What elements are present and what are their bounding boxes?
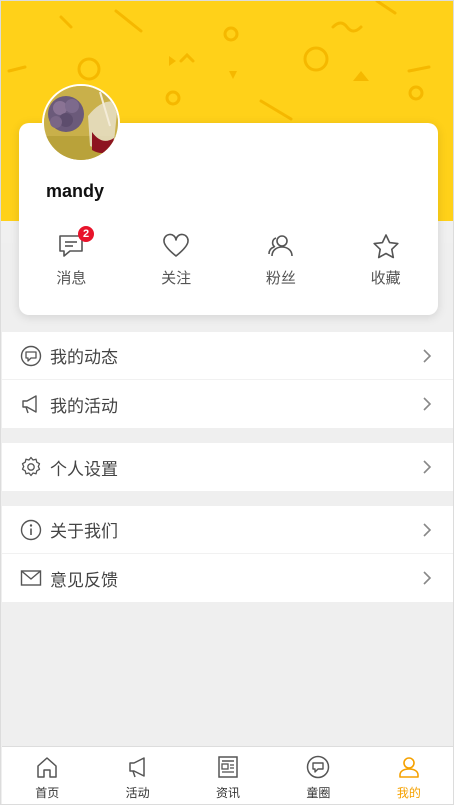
tab-label: 资讯 — [216, 786, 241, 800]
tab-label: 我的 — [396, 786, 421, 800]
menu-item-label: 关于我们 — [50, 522, 118, 541]
gear-icon — [20, 456, 42, 478]
news-icon — [215, 754, 241, 780]
menu-item-my-posts[interactable]: 我的动态 — [2, 332, 453, 380]
tab-label: 首页 — [35, 786, 60, 800]
menu-item-my-activities[interactable]: 我的活动 — [2, 380, 453, 428]
user-icon — [396, 754, 422, 780]
stat-fans[interactable]: 粉丝 — [229, 231, 334, 291]
menu-item-label: 我的动态 — [50, 348, 118, 367]
info-icon — [20, 519, 42, 541]
app-frame: mandy 2 消息 关注 粉丝 收藏 我的动态 我的活动 个人设置 关于我们 … — [0, 0, 454, 805]
chevron-right-icon — [422, 522, 432, 543]
menu-item-label: 个人设置 — [50, 459, 118, 479]
menu-group-about: 关于我们 意见反馈 — [2, 506, 453, 602]
menu-item-label: 我的活动 — [50, 396, 118, 416]
users-icon — [266, 231, 296, 261]
stat-label: 关注 — [161, 270, 192, 287]
tab-home[interactable]: 首页 — [2, 747, 92, 804]
heart-icon — [161, 231, 191, 261]
avatar[interactable] — [42, 84, 120, 162]
menu-group-settings: 个人设置 — [2, 443, 453, 491]
chevron-right-icon — [422, 348, 432, 369]
chevron-right-icon — [422, 570, 432, 591]
menu-group-activity: 我的动态 我的活动 — [2, 332, 453, 428]
chevron-right-icon — [422, 396, 432, 417]
notification-badge: 2 — [78, 226, 94, 242]
menu-item-about[interactable]: 关于我们 — [2, 506, 453, 554]
tab-circle[interactable]: 童圈 — [273, 747, 363, 804]
stat-favorites[interactable]: 收藏 — [333, 231, 438, 291]
chat-bubble-icon — [20, 345, 42, 367]
menu-item-settings[interactable]: 个人设置 — [2, 443, 453, 491]
username: mandy — [46, 181, 105, 201]
chat-bubble-icon — [305, 754, 331, 780]
megaphone-icon — [125, 754, 151, 780]
megaphone-icon — [20, 393, 42, 415]
tab-news[interactable]: 资讯 — [183, 747, 273, 804]
star-icon — [371, 231, 401, 261]
stats-row: 2 消息 关注 粉丝 收藏 — [19, 226, 438, 291]
menu-item-label: 意见反馈 — [50, 570, 118, 590]
tab-mine[interactable]: 我的 — [364, 747, 453, 804]
home-icon — [34, 754, 60, 780]
tab-label: 活动 — [125, 786, 150, 800]
chevron-right-icon — [422, 459, 432, 480]
stat-label: 消息 — [56, 270, 87, 287]
stat-following[interactable]: 关注 — [124, 231, 229, 291]
menu-item-feedback[interactable]: 意见反馈 — [2, 554, 453, 602]
tab-label: 童圈 — [306, 786, 331, 800]
mail-icon — [20, 567, 42, 589]
stat-label: 收藏 — [370, 270, 401, 287]
stat-messages[interactable]: 2 消息 — [19, 226, 124, 291]
bottom-tab-bar: 首页 活动 资讯 童圈 我的 — [2, 746, 453, 804]
tab-activities[interactable]: 活动 — [92, 747, 182, 804]
stat-label: 粉丝 — [265, 270, 296, 287]
